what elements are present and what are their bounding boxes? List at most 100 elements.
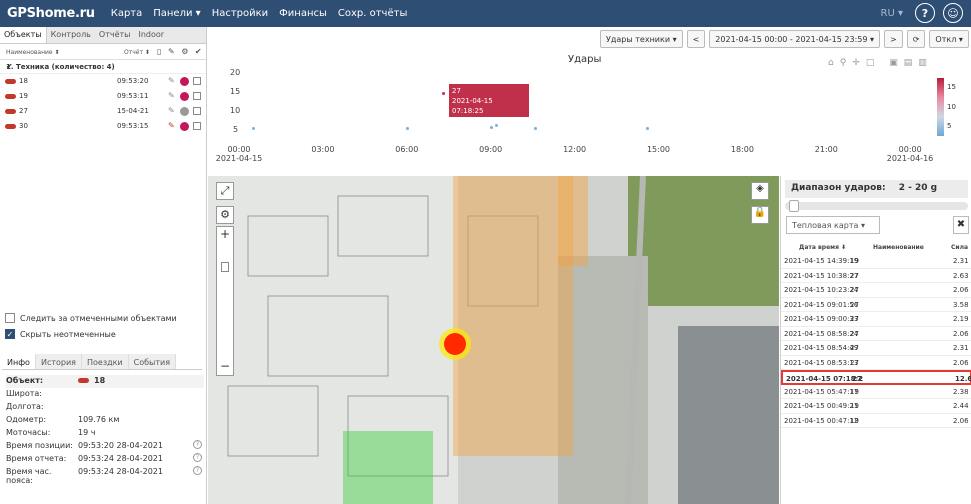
impact-cell-n: 19 [850, 416, 859, 425]
info-key: Одометр: [6, 415, 47, 424]
col-name[interactable]: Наименование [873, 244, 924, 251]
prev-button[interactable]: < [686, 30, 706, 48]
tab-indoor[interactable]: Indoor [134, 27, 168, 43]
fullscreen-icon[interactable]: ⤢ [216, 182, 234, 200]
follow-checkbox[interactable] [5, 313, 15, 323]
hide-checkbox[interactable]: ✓ [5, 329, 15, 339]
object-row[interactable]: 18 09:53:20 ✎ [0, 74, 206, 89]
settings-icon[interactable]: ⚙ [216, 206, 234, 224]
vehicle-icon [5, 124, 16, 129]
hide-option[interactable]: ✓ Скрыть неотмеченные [5, 329, 177, 339]
range-slider[interactable] [785, 200, 968, 212]
object-row[interactable]: 30 09:53:15 ✎ [0, 119, 206, 134]
impact-cell-s: 2.06 [953, 416, 969, 425]
tab-info[interactable]: Инфо [2, 354, 36, 369]
object-row[interactable]: 19 09:53:11 ✎ [0, 89, 206, 104]
nav-panels[interactable]: Панели ▾ [153, 8, 200, 19]
help-icon[interactable]: ? [193, 453, 202, 462]
tab-history[interactable]: История [35, 354, 82, 369]
impact-cell-s: 2.19 [953, 315, 969, 323]
wrench-icon[interactable]: ✎ [168, 91, 175, 100]
auto-refresh-select[interactable]: Откл ▾ [929, 30, 969, 48]
follow-option[interactable]: Следить за отмеченными объектами [5, 313, 177, 323]
object-row[interactable]: 27 15-04-21 ✎ [0, 104, 206, 119]
nav-saved-reports[interactable]: Сохр. отчёты [338, 8, 407, 19]
impact-row[interactable]: 2021-04-15 14:39:19 19 2.31 [781, 254, 971, 269]
info-value: 09:53:24 28-04-2021 [78, 467, 163, 476]
info-row: Одометр: 109.76 км [6, 414, 204, 427]
object-group[interactable]: 1. Техника (количество: 4) ✔ [0, 60, 206, 74]
data-point[interactable] [489, 126, 493, 130]
data-point[interactable] [646, 127, 650, 131]
data-point[interactable] [442, 91, 446, 95]
column-name[interactable]: Наименование ⬍ [6, 49, 60, 56]
column-report[interactable]: Отчёт ⬍ [124, 49, 150, 56]
tab-trips[interactable]: Поездки [81, 354, 129, 369]
language-select[interactable]: RU ▾ [881, 8, 903, 19]
impact-cell-s: 2.38 [953, 387, 969, 396]
refresh-button[interactable]: ⟳ [906, 30, 926, 48]
satellite-map[interactable]: ⤢ ⚙ + − ◈ 🔒 [208, 176, 779, 504]
info-row: Долгота: [6, 401, 204, 414]
impact-row[interactable]: 2021-04-15 08:54:49 27 2.31 [781, 341, 971, 356]
layers-icon[interactable]: ◈ [751, 182, 769, 200]
zoom-handle[interactable] [221, 262, 229, 272]
tab-control[interactable]: Контроль [47, 27, 95, 43]
impact-row[interactable]: 2021-04-15 05:47:17 19 2.38 [781, 385, 971, 399]
object-checkbox[interactable] [193, 107, 201, 115]
x-tick-label: 12:00 [563, 145, 587, 154]
data-point[interactable] [251, 127, 255, 131]
object-checkbox[interactable] [193, 122, 201, 130]
impacts-chart: Удары ⌂⚲✛□ ▣▤▥ 20 15 10 5 00:00 03:00 06:0… [208, 50, 971, 176]
impact-row[interactable]: 2021-04-15 00:47:12 19 2.06 [781, 414, 971, 428]
help-icon[interactable]: ? [193, 440, 202, 449]
tab-objects[interactable]: Объекты [0, 27, 47, 43]
range-handle[interactable] [789, 200, 799, 212]
impact-row[interactable]: 2021-04-15 07:18:22712.69 [781, 370, 971, 385]
next-button[interactable]: > [884, 30, 903, 48]
impact-row[interactable]: 2021-04-15 08:58:24 27 2.06 [781, 327, 971, 341]
object-checkbox[interactable] [193, 77, 201, 85]
info-key: Моточасы: [6, 428, 51, 437]
help-icon[interactable]: ? [193, 466, 202, 475]
y-tick-label: 5 [233, 125, 239, 134]
col-datetime[interactable]: Дата время ⬇ [799, 244, 846, 251]
wrench-icon[interactable]: ✎ [168, 76, 175, 85]
impact-row[interactable]: 2021-04-15 00:49:21 19 2.44 [781, 399, 971, 414]
nav-map[interactable]: Карта [111, 8, 143, 19]
user-icon[interactable]: ☺ [943, 3, 963, 23]
wrench-icon[interactable]: ✎ [168, 121, 175, 130]
data-point[interactable] [534, 126, 538, 130]
heatmap-select[interactable]: Тепловая карта ▾ [786, 216, 880, 234]
x-tick-label: 00:00 [898, 145, 922, 154]
impact-row[interactable]: 2021-04-15 08:53:13 27 2.06 [781, 356, 971, 370]
object-checkbox[interactable] [193, 92, 201, 100]
logo[interactable]: GPShome.ru [7, 6, 95, 21]
impact-row[interactable]: 2021-04-15 10:23:24 27 2.06 [781, 283, 971, 298]
group-check-icon[interactable]: ✔ [6, 62, 199, 71]
zoom-slider[interactable]: + − [216, 226, 234, 376]
impact-cell-n: 19 [850, 387, 859, 396]
lock-icon[interactable]: 🔒 [751, 206, 769, 224]
impact-row[interactable]: 2021-04-15 09:00:33 27 2.19 [781, 312, 971, 327]
mode-select[interactable]: Удары техники ▾ [600, 30, 683, 48]
tab-events[interactable]: События [128, 354, 177, 369]
nav-finance[interactable]: Финансы [279, 8, 327, 19]
impact-row[interactable]: 2021-04-15 09:01:56 27 3.58 [781, 298, 971, 312]
tab-reports[interactable]: Отчёты [95, 27, 135, 43]
impact-row[interactable]: 2021-04-15 10:38:27 27 2.63 [781, 269, 971, 283]
close-icon[interactable]: ✖ [953, 216, 969, 234]
nav-settings[interactable]: Настройки [212, 8, 268, 19]
help-icon[interactable]: ? [915, 3, 935, 23]
col-force[interactable]: Сила [951, 244, 968, 251]
date-range-picker[interactable]: 2021-04-15 00:00 - 2021-04-15 23:59 ▾ [709, 30, 881, 48]
wrench-icon[interactable]: ✎ [168, 106, 175, 115]
x-tick-label: 21:00 [814, 145, 838, 154]
data-point[interactable] [405, 126, 409, 130]
x-tick-label: 00:00 [227, 145, 251, 154]
zoom-in-icon[interactable]: + [217, 227, 233, 241]
zoom-out-icon[interactable]: − [217, 359, 233, 373]
color-scale [937, 78, 944, 136]
chart-toolbar-icons[interactable]: ⌂⚲✛□ ▣▤▥ [828, 58, 933, 68]
main-nav: Карта Панели ▾ Настройки Финансы Сохр. о… [111, 8, 408, 19]
